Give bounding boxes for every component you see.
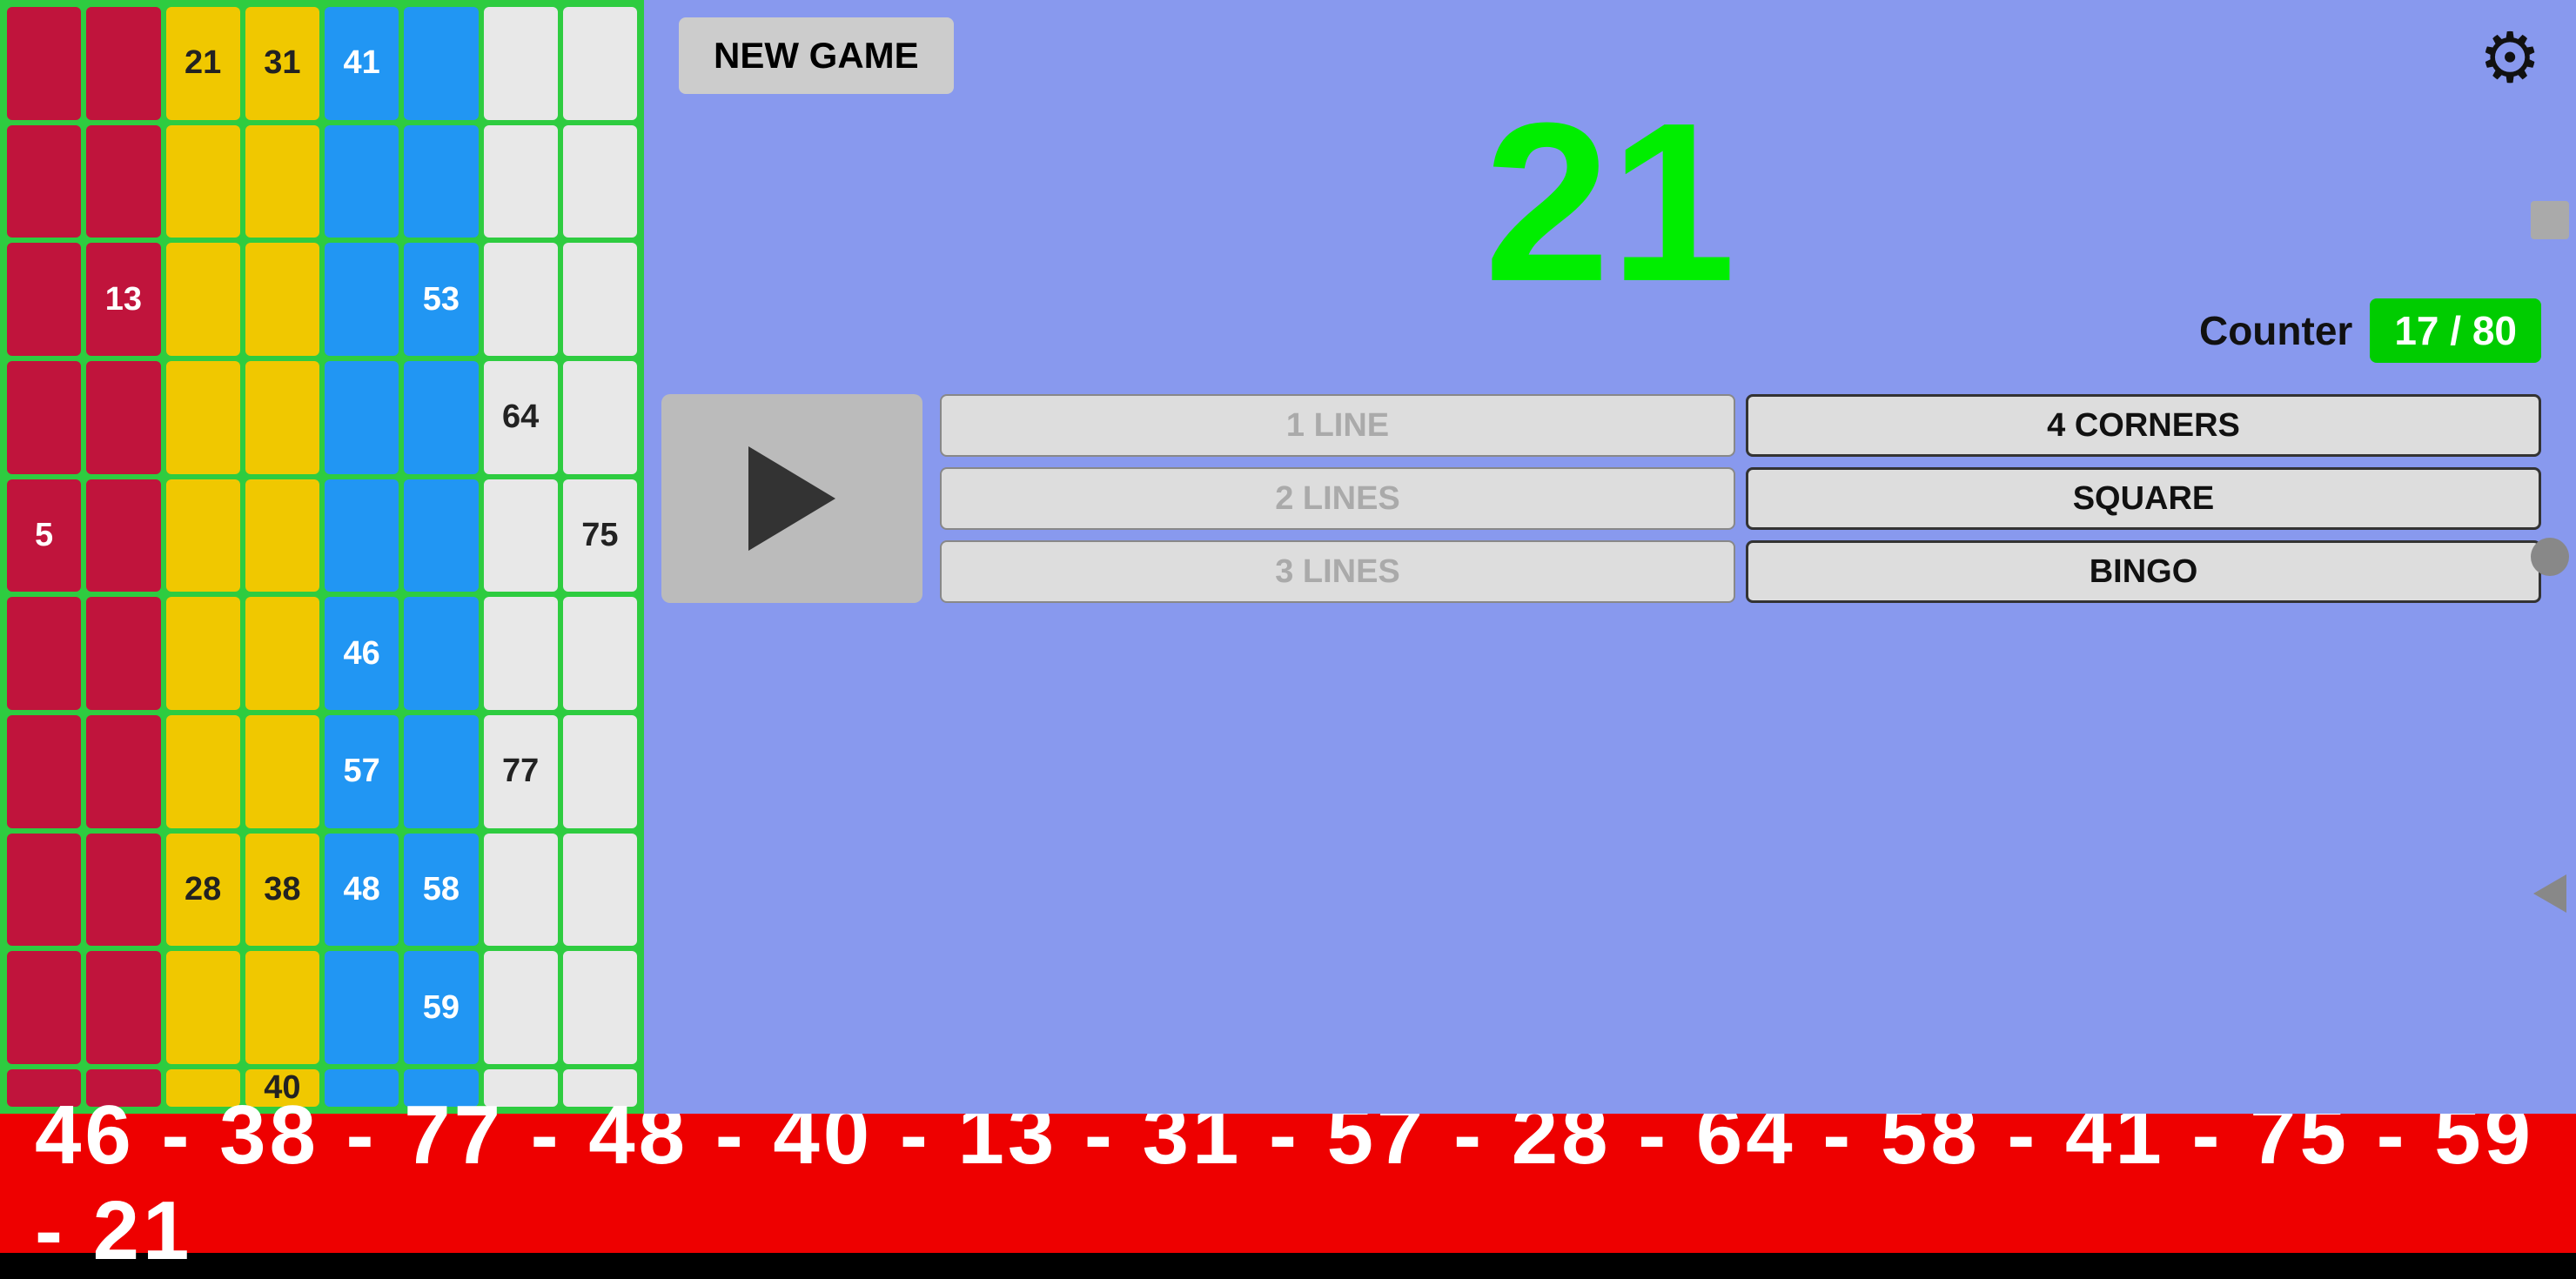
cell-r9c1 bbox=[7, 951, 81, 1064]
cell-r5c8[interactable]: 75 bbox=[563, 479, 637, 593]
main-area: 21 31 41 13 53 64 5 bbox=[0, 0, 2576, 1114]
cell-r2c7 bbox=[484, 125, 558, 238]
cell-r6c3 bbox=[166, 597, 240, 710]
scroll-triangle-btn[interactable] bbox=[2533, 874, 2566, 913]
cell-r9c4 bbox=[245, 951, 319, 1064]
bingo-card: 21 31 41 13 53 64 5 bbox=[0, 0, 644, 1114]
cell-r5c7 bbox=[484, 479, 558, 593]
cell-r6c8 bbox=[563, 597, 637, 710]
cell-r7c7[interactable]: 77 bbox=[484, 715, 558, 828]
scroll-circle-btn[interactable] bbox=[2531, 538, 2569, 576]
cell-r8c3[interactable]: 28 bbox=[166, 834, 240, 947]
cell-r1c4[interactable]: 31 bbox=[245, 7, 319, 120]
counter-value: 17 / 80 bbox=[2370, 298, 2541, 363]
cell-r9c5 bbox=[325, 951, 399, 1064]
cell-r6c5[interactable]: 46 bbox=[325, 597, 399, 710]
cell-r1c2 bbox=[86, 7, 160, 120]
cell-r1c8 bbox=[563, 7, 637, 120]
play-icon bbox=[748, 446, 835, 551]
cell-r4c5 bbox=[325, 361, 399, 474]
three-lines-button[interactable]: 3 LINES bbox=[940, 540, 1735, 603]
square-button[interactable]: SQUARE bbox=[1746, 467, 2541, 530]
cell-r4c7[interactable]: 64 bbox=[484, 361, 558, 474]
bingo-button[interactable]: BINGO bbox=[1746, 540, 2541, 603]
cell-r7c5[interactable]: 57 bbox=[325, 715, 399, 828]
cell-r7c3 bbox=[166, 715, 240, 828]
cell-r4c1 bbox=[7, 361, 81, 474]
cell-r6c1 bbox=[7, 597, 81, 710]
cell-r6c7 bbox=[484, 597, 558, 710]
cell-r2c8 bbox=[563, 125, 637, 238]
cell-r8c2 bbox=[86, 834, 160, 947]
current-number-display: 21 bbox=[644, 90, 2576, 316]
cell-r2c2 bbox=[86, 125, 160, 238]
cell-r1c5[interactable]: 41 bbox=[325, 7, 399, 120]
cell-r9c2 bbox=[86, 951, 160, 1064]
cell-r5c1[interactable]: 5 bbox=[7, 479, 81, 593]
cell-r8c1 bbox=[7, 834, 81, 947]
cell-r4c6 bbox=[404, 361, 478, 474]
cell-r8c7 bbox=[484, 834, 558, 947]
cell-r3c4 bbox=[245, 243, 319, 356]
cell-r3c6[interactable]: 53 bbox=[404, 243, 478, 356]
bottom-controls: 1 LINE 4 CORNERS 2 LINES SQUARE 3 LINES … bbox=[644, 380, 2576, 617]
new-game-button[interactable]: NEW GAME bbox=[679, 17, 954, 94]
cell-r9c8 bbox=[563, 951, 637, 1064]
cell-r6c4 bbox=[245, 597, 319, 710]
number-ticker: 46 - 38 - 77 - 48 - 40 - 13 - 31 - 57 - … bbox=[0, 1114, 2576, 1253]
side-controls bbox=[2524, 0, 2576, 1114]
cell-r3c8 bbox=[563, 243, 637, 356]
cell-r2c3 bbox=[166, 125, 240, 238]
cell-r8c5[interactable]: 48 bbox=[325, 834, 399, 947]
counter-row: Counter 17 / 80 bbox=[644, 298, 2576, 363]
cell-r4c3 bbox=[166, 361, 240, 474]
cell-r2c6 bbox=[404, 125, 478, 238]
cell-r5c4 bbox=[245, 479, 319, 593]
cell-r3c5 bbox=[325, 243, 399, 356]
cell-r2c1 bbox=[7, 125, 81, 238]
right-panel: NEW GAME ⚙ 21 Counter 17 / 80 1 LINE 4 C… bbox=[644, 0, 2576, 1114]
cell-r3c1 bbox=[7, 243, 81, 356]
cell-r9c7 bbox=[484, 951, 558, 1064]
cell-r5c5 bbox=[325, 479, 399, 593]
cell-r9c3 bbox=[166, 951, 240, 1064]
ticker-text: 46 - 38 - 77 - 48 - 40 - 13 - 31 - 57 - … bbox=[35, 1088, 2541, 1279]
cell-r3c3 bbox=[166, 243, 240, 356]
cell-r6c2 bbox=[86, 597, 160, 710]
cell-r4c4 bbox=[245, 361, 319, 474]
cell-r1c6 bbox=[404, 7, 478, 120]
cell-r6c6 bbox=[404, 597, 478, 710]
cell-r2c5 bbox=[325, 125, 399, 238]
cell-r8c8 bbox=[563, 834, 637, 947]
cell-r9c6[interactable]: 59 bbox=[404, 951, 478, 1064]
one-line-button[interactable]: 1 LINE bbox=[940, 394, 1735, 457]
win-condition-buttons: 1 LINE 4 CORNERS 2 LINES SQUARE 3 LINES … bbox=[940, 394, 2541, 603]
cell-r7c4 bbox=[245, 715, 319, 828]
cell-r5c2 bbox=[86, 479, 160, 593]
cell-r4c2 bbox=[86, 361, 160, 474]
four-corners-button[interactable]: 4 CORNERS bbox=[1746, 394, 2541, 457]
cell-r1c1 bbox=[7, 7, 81, 120]
cell-r1c7 bbox=[484, 7, 558, 120]
cell-r3c2[interactable]: 13 bbox=[86, 243, 160, 356]
scroll-rect-btn[interactable] bbox=[2531, 201, 2569, 239]
cell-r8c6[interactable]: 58 bbox=[404, 834, 478, 947]
cell-r4c8 bbox=[563, 361, 637, 474]
cell-r7c1 bbox=[7, 715, 81, 828]
cell-r3c7 bbox=[484, 243, 558, 356]
cell-r1c3[interactable]: 21 bbox=[166, 7, 240, 120]
cell-r2c4 bbox=[245, 125, 319, 238]
cell-r5c3 bbox=[166, 479, 240, 593]
cell-r8c4[interactable]: 38 bbox=[245, 834, 319, 947]
counter-label: Counter bbox=[2199, 307, 2352, 354]
cell-r7c2 bbox=[86, 715, 160, 828]
play-button[interactable] bbox=[661, 394, 922, 603]
cell-r7c8 bbox=[563, 715, 637, 828]
two-lines-button[interactable]: 2 LINES bbox=[940, 467, 1735, 530]
cell-r7c6 bbox=[404, 715, 478, 828]
cell-r5c6 bbox=[404, 479, 478, 593]
